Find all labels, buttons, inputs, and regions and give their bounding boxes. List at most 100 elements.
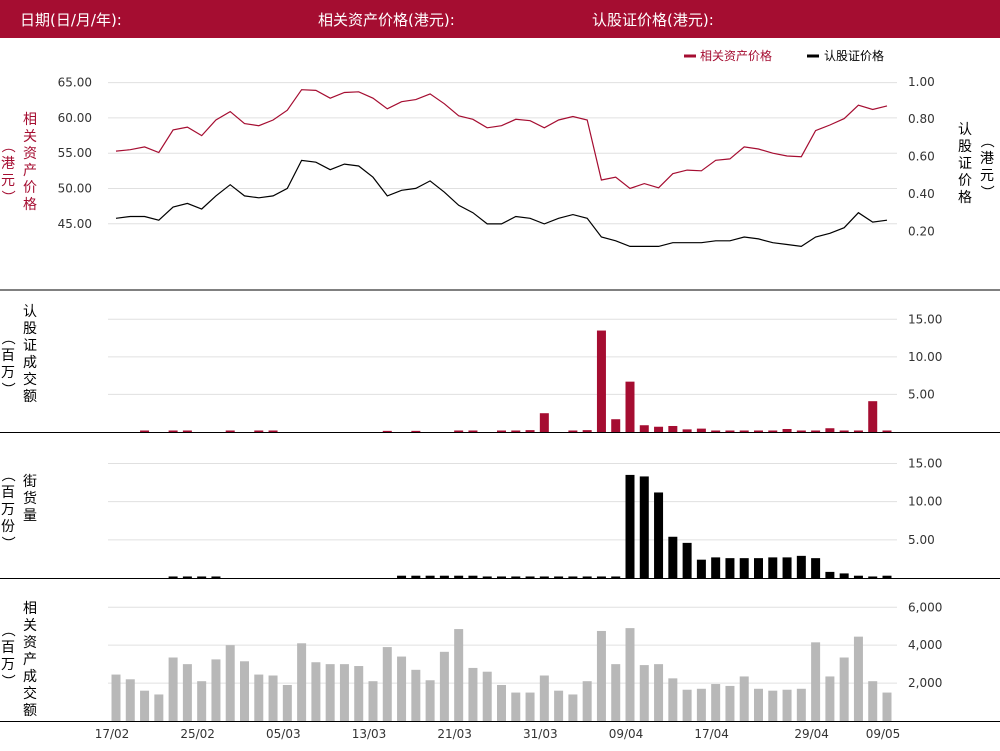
right-tick-label: 1.00 xyxy=(908,75,935,89)
legend-label-underlying: 相关资产价格 xyxy=(700,48,772,63)
underlying-turnover-bar xyxy=(268,675,278,721)
left-axis-title-char: 格 xyxy=(23,197,37,213)
underlying-turnover-bar xyxy=(839,657,849,721)
warrant-turnover-bar xyxy=(811,430,821,432)
warrant-turnover-bar xyxy=(882,430,892,432)
outstanding-bar xyxy=(825,571,835,578)
warrant-turnover-bar xyxy=(454,430,464,432)
underlying-turnover-bar xyxy=(339,664,349,721)
warrant-turnover-axis-title-char: 额 xyxy=(23,389,37,405)
underlying-turnover-bar xyxy=(596,630,606,721)
right-axis-unit-char: ） xyxy=(978,185,994,199)
outstanding-bar xyxy=(554,576,564,578)
left-tick-label: 50.00 xyxy=(58,181,92,195)
underlying-turnover-tick-label: 2,000 xyxy=(908,676,942,690)
left-axis-title-char: 关 xyxy=(23,129,37,145)
chart-area: 65.00 60.00 55.00 50.00 45.00 1.00 0.80 0.60 0.4… xyxy=(0,48,1000,741)
outstanding-bar xyxy=(868,576,878,578)
warrant-turnover-bar xyxy=(682,429,692,432)
underlying-turnover-bar xyxy=(111,674,121,721)
warrant-turnover-bar xyxy=(382,430,392,432)
underlying-turnover-bar xyxy=(125,679,135,721)
outstanding-bar xyxy=(796,555,806,578)
left-tick-label: 65.00 xyxy=(58,76,92,90)
x-tick-label: 13/03 xyxy=(352,727,387,741)
outstanding-bar xyxy=(539,576,549,578)
warrant-turnover-axis-title-char: 股 xyxy=(23,321,37,337)
warrant-turnover-tick-label: 5.00 xyxy=(908,387,935,401)
outstanding-bar xyxy=(582,576,592,578)
left-axis-title-char: 资 xyxy=(23,146,37,162)
warrant-turnover-bar xyxy=(711,430,721,432)
warrant-turnover-bar xyxy=(225,430,235,432)
x-tick-label: 29/04 xyxy=(794,727,829,741)
x-tick-label: 09/05 xyxy=(866,727,901,741)
outstanding-bar xyxy=(639,476,649,578)
underlying-turnover-bar xyxy=(382,647,392,721)
right-tick-label: 0.40 xyxy=(908,187,935,201)
right-axis-unit-char: （ xyxy=(978,134,994,148)
outstanding-bar xyxy=(853,575,863,578)
outstanding-bar xyxy=(511,576,521,578)
warrant-turnover-bar xyxy=(825,428,835,432)
x-tick-label: 05/03 xyxy=(266,727,301,741)
outstanding-bar xyxy=(411,575,421,578)
underlying-turnover-bar xyxy=(254,674,264,721)
underlying-turnover-tick-label: 6,000 xyxy=(908,600,942,614)
outstanding-bar xyxy=(782,557,792,578)
warrant-price-label: 认股证价格(港元): xyxy=(592,11,714,29)
warrant-turnover-bar xyxy=(796,430,806,432)
underlying-turnover-bar xyxy=(368,681,378,721)
underlying-turnover-axis-unit: （ 百万） xyxy=(0,623,15,688)
warrant-turnover-bar xyxy=(511,430,521,432)
underlying-turnover-bar xyxy=(611,664,621,721)
left-axis-unit-char: 元 xyxy=(1,173,15,189)
underlying-turnover-tick-label: 4,000 xyxy=(908,638,942,652)
warrant-turnover-bar xyxy=(268,430,278,432)
left-axis-unit-char: 港 xyxy=(1,156,15,172)
right-tick-label: 0.60 xyxy=(908,150,935,164)
warrant-turnover-axis-title-char: 成 xyxy=(23,355,37,371)
outstanding-bar xyxy=(668,536,678,578)
outstanding-bar xyxy=(711,557,721,578)
series-line-0 xyxy=(115,89,888,190)
outstanding-bar xyxy=(654,492,664,578)
underlying-turnover-bar xyxy=(482,671,492,721)
underlying-turnover-axis-title: 相关资产成交额 xyxy=(23,601,37,719)
legend-label-warrant: 认股证价格 xyxy=(824,48,884,63)
underlying-turnover-bar xyxy=(539,675,549,721)
outstanding-axis-title-char: 街 xyxy=(23,474,37,490)
underlying-turnover-bar xyxy=(582,681,592,721)
warrant-turnover-bar xyxy=(839,430,849,432)
underlying-turnover-axis-title-char: 交 xyxy=(23,685,37,702)
warrant-turnover-bar xyxy=(497,430,506,432)
underlying-turnover-bar xyxy=(468,667,478,721)
warrant-turnover-bar xyxy=(739,430,749,432)
x-tick-label: 17/02 xyxy=(95,727,130,741)
outstanding-bar xyxy=(397,575,407,578)
underlying-turnover-bar xyxy=(240,661,249,721)
warrant-turnover-bar xyxy=(582,430,592,432)
warrant-turnover-tick-label: 10.00 xyxy=(908,350,942,364)
warrant-turnover-axis-unit-char: 万 xyxy=(1,365,15,381)
underlying-turnover-bar xyxy=(568,694,578,721)
underlying-turnover-bar xyxy=(853,636,863,721)
underlying-turnover-bar xyxy=(297,643,307,721)
underlying-turnover-bar xyxy=(882,692,892,721)
underlying-turnover-bar xyxy=(725,685,735,721)
warrant-turnover-bar xyxy=(411,430,421,432)
right-axis-title-char: 认 xyxy=(958,122,972,138)
underlying-turnover-bar xyxy=(711,684,721,721)
underlying-turnover-bar xyxy=(682,689,692,721)
underlying-price-label: 相关资产价格(港元): xyxy=(318,11,455,29)
warrant-turnover-bar xyxy=(254,430,264,432)
right-axis-unit: （ 港元） xyxy=(978,134,994,199)
warrant-turnover-bar xyxy=(853,430,863,432)
left-axis-title-char: 相 xyxy=(23,112,37,128)
underlying-turnover-bar xyxy=(782,689,792,721)
x-tick-label: 09/04 xyxy=(609,727,644,741)
warrant-turnover-bar xyxy=(182,430,192,432)
warrant-turnover-axis-title-char: 交 xyxy=(23,371,37,388)
warrant-turnover-bar xyxy=(468,430,478,432)
underlying-turnover-bar xyxy=(625,628,635,721)
